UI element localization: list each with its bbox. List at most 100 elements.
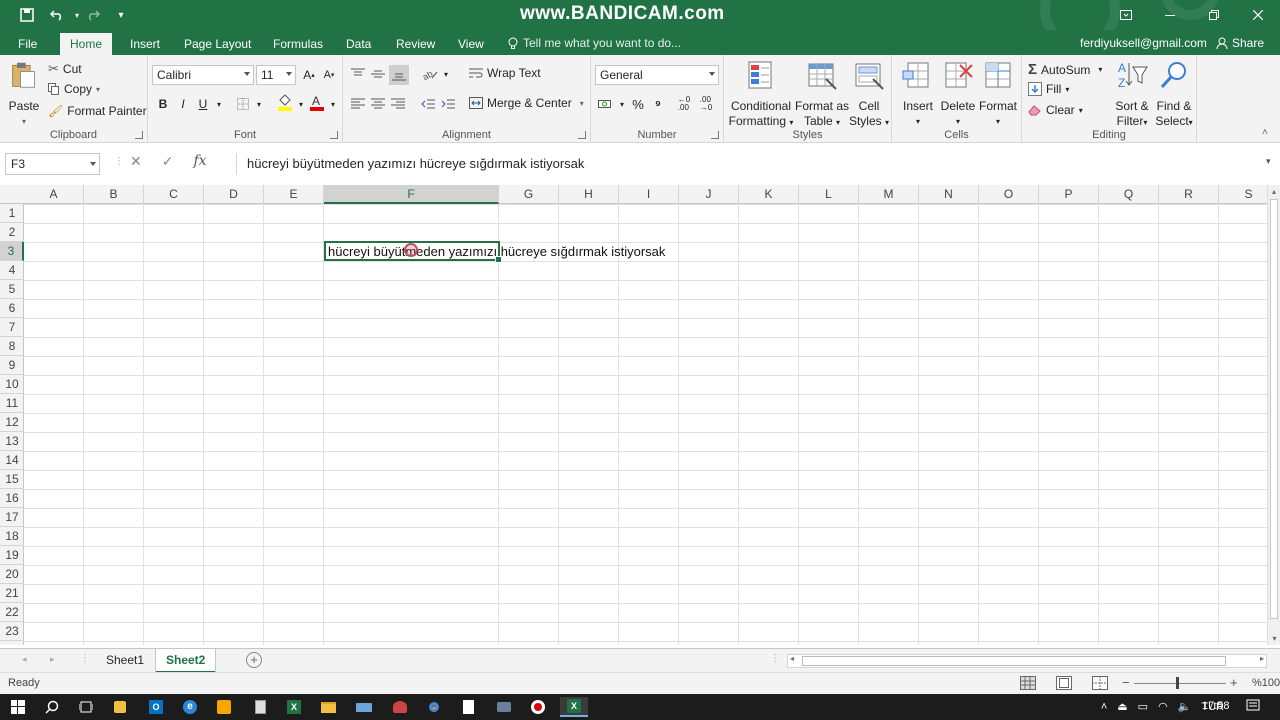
column-header-c[interactable]: C	[144, 185, 204, 204]
column-header-f[interactable]: F	[324, 185, 499, 204]
user-account[interactable]: ferdiyuksell@gmail.com	[1080, 36, 1207, 50]
cell-f3-content[interactable]: hücreyi büyütmeden yazımızı hücreye sığd…	[328, 244, 665, 259]
row-header-4[interactable]: 4	[0, 261, 24, 280]
row-header-21[interactable]: 21	[0, 584, 24, 603]
scroll-right-icon[interactable]: ▸	[1260, 654, 1264, 663]
delete-cells-button[interactable]: Delete ▾	[938, 59, 978, 129]
row-header-3[interactable]: 3	[0, 242, 24, 261]
close-icon[interactable]	[1236, 0, 1280, 30]
increase-font-icon[interactable]: A ▴	[300, 66, 318, 84]
zoom-in-icon[interactable]: +	[1230, 675, 1238, 690]
file-explorer-icon[interactable]	[318, 697, 338, 717]
italic-button[interactable]: I	[174, 95, 192, 113]
format-cells-button[interactable]: Format ▾	[978, 59, 1018, 129]
windows-start-icon[interactable]	[8, 697, 28, 717]
formula-input[interactable]: hücreyi büyütmeden yazımızı hücreye sığd…	[236, 153, 1266, 175]
row-header-14[interactable]: 14	[0, 451, 24, 470]
tab-file[interactable]: File	[8, 33, 47, 55]
copy-button[interactable]: Copy ▾	[48, 82, 100, 96]
row-header-12[interactable]: 12	[0, 413, 24, 432]
align-left-icon[interactable]	[349, 95, 367, 113]
ribbon-display-icon[interactable]	[1104, 0, 1148, 30]
align-right-icon[interactable]	[389, 95, 407, 113]
row-header-17[interactable]: 17	[0, 508, 24, 527]
row-header-5[interactable]: 5	[0, 280, 24, 299]
row-header-24[interactable]: 24	[0, 641, 24, 645]
format-painter-button[interactable]: 🖌 Format Painter	[48, 104, 147, 118]
page-layout-view-icon[interactable]	[1056, 676, 1072, 693]
vertical-scrollbar[interactable]: ▴ ▾	[1267, 185, 1280, 645]
row-header-22[interactable]: 22	[0, 603, 24, 622]
next-sheet-icon[interactable]: ▸	[50, 654, 55, 665]
column-header-m[interactable]: M	[859, 185, 919, 204]
vertical-scroll-thumb[interactable]	[1270, 199, 1278, 619]
page-break-view-icon[interactable]	[1092, 676, 1108, 693]
row-header-1[interactable]: 1	[0, 204, 24, 223]
app-icon[interactable]	[390, 697, 410, 717]
insert-function-icon[interactable]: fx	[193, 153, 206, 170]
merge-center-button[interactable]: Merge & Center ▾	[469, 96, 584, 110]
row-header-7[interactable]: 7	[0, 318, 24, 337]
insert-cells-button[interactable]: Insert ▾	[898, 59, 938, 129]
redo-icon[interactable]	[82, 5, 104, 25]
horizontal-scroll-thumb[interactable]	[802, 656, 1226, 666]
media-player-icon[interactable]	[214, 697, 234, 717]
row-header-6[interactable]: 6	[0, 299, 24, 318]
borders-dropdown-icon[interactable]: ▾	[250, 95, 268, 113]
row-header-16[interactable]: 16	[0, 489, 24, 508]
row-header-9[interactable]: 9	[0, 356, 24, 375]
show-hidden-icons[interactable]: ˄	[1101, 701, 1107, 713]
task-view-icon[interactable]	[76, 697, 96, 717]
zoom-slider[interactable]	[1134, 683, 1226, 684]
column-header-b[interactable]: B	[84, 185, 144, 204]
column-header-a[interactable]: A	[24, 185, 84, 204]
tell-me-box[interactable]: Tell me what you want to do...	[508, 36, 681, 50]
find-select-button[interactable]: Find & Select▾	[1152, 59, 1196, 130]
customize-qat-icon[interactable]: ▾	[110, 5, 132, 25]
column-header-q[interactable]: Q	[1099, 185, 1159, 204]
scroll-left-icon[interactable]: ◂	[790, 654, 794, 663]
autosum-button[interactable]: Σ AutoSum ▾	[1028, 61, 1102, 78]
zoom-level[interactable]: %100	[1252, 677, 1280, 689]
search-icon[interactable]	[42, 697, 62, 717]
format-as-table-button[interactable]: Format as Table ▾	[794, 59, 850, 130]
save-icon[interactable]	[16, 5, 38, 25]
calculator-icon[interactable]	[250, 697, 270, 717]
row-header-23[interactable]: 23	[0, 622, 24, 641]
column-header-l[interactable]: L	[799, 185, 859, 204]
number-launcher-icon[interactable]	[711, 131, 719, 139]
column-header-k[interactable]: K	[739, 185, 799, 204]
fill-button[interactable]: Fill ▾	[1028, 82, 1069, 96]
column-header-s[interactable]: S	[1219, 185, 1267, 204]
row-header-13[interactable]: 13	[0, 432, 24, 451]
excel-taskbar-icon[interactable]: X	[284, 697, 304, 717]
cut-button[interactable]: ✂ Cut	[48, 61, 82, 77]
usb-icon[interactable]: ⏏	[1117, 700, 1127, 713]
collapse-ribbon-icon[interactable]: ˄	[1262, 127, 1268, 138]
excel-active-window-icon[interactable]: X	[560, 697, 588, 717]
share-button[interactable]: Share	[1216, 36, 1264, 50]
decrease-indent-icon[interactable]	[419, 95, 437, 113]
restore-icon[interactable]	[1192, 0, 1236, 30]
decrease-decimal-icon[interactable]: .00 →0	[697, 95, 715, 113]
column-header-o[interactable]: O	[979, 185, 1039, 204]
align-center-icon[interactable]	[369, 95, 387, 113]
percent-button[interactable]: %	[629, 95, 647, 113]
battery-icon[interactable]: ▭	[1138, 700, 1148, 713]
add-sheet-icon[interactable]: +	[246, 652, 262, 668]
scroll-down-icon[interactable]: ▾	[1268, 634, 1280, 643]
column-header-i[interactable]: I	[619, 185, 679, 204]
row-header-15[interactable]: 15	[0, 470, 24, 489]
bandicam-record-icon[interactable]	[528, 697, 548, 717]
column-header-n[interactable]: N	[919, 185, 979, 204]
volume-icon[interactable]: 🔈	[1178, 700, 1192, 713]
row-header-20[interactable]: 20	[0, 565, 24, 584]
outlook-icon[interactable]: O	[146, 697, 166, 717]
name-box[interactable]: F3	[5, 153, 100, 175]
orientation-dropdown-icon[interactable]: ▾	[437, 65, 455, 83]
tab-insert[interactable]: Insert	[120, 33, 170, 55]
confirm-entry-icon[interactable]: ✓	[162, 153, 174, 170]
phone-icon[interactable]	[494, 697, 514, 717]
alignment-launcher-icon[interactable]	[578, 131, 586, 139]
edge-icon[interactable]: e	[180, 697, 200, 717]
